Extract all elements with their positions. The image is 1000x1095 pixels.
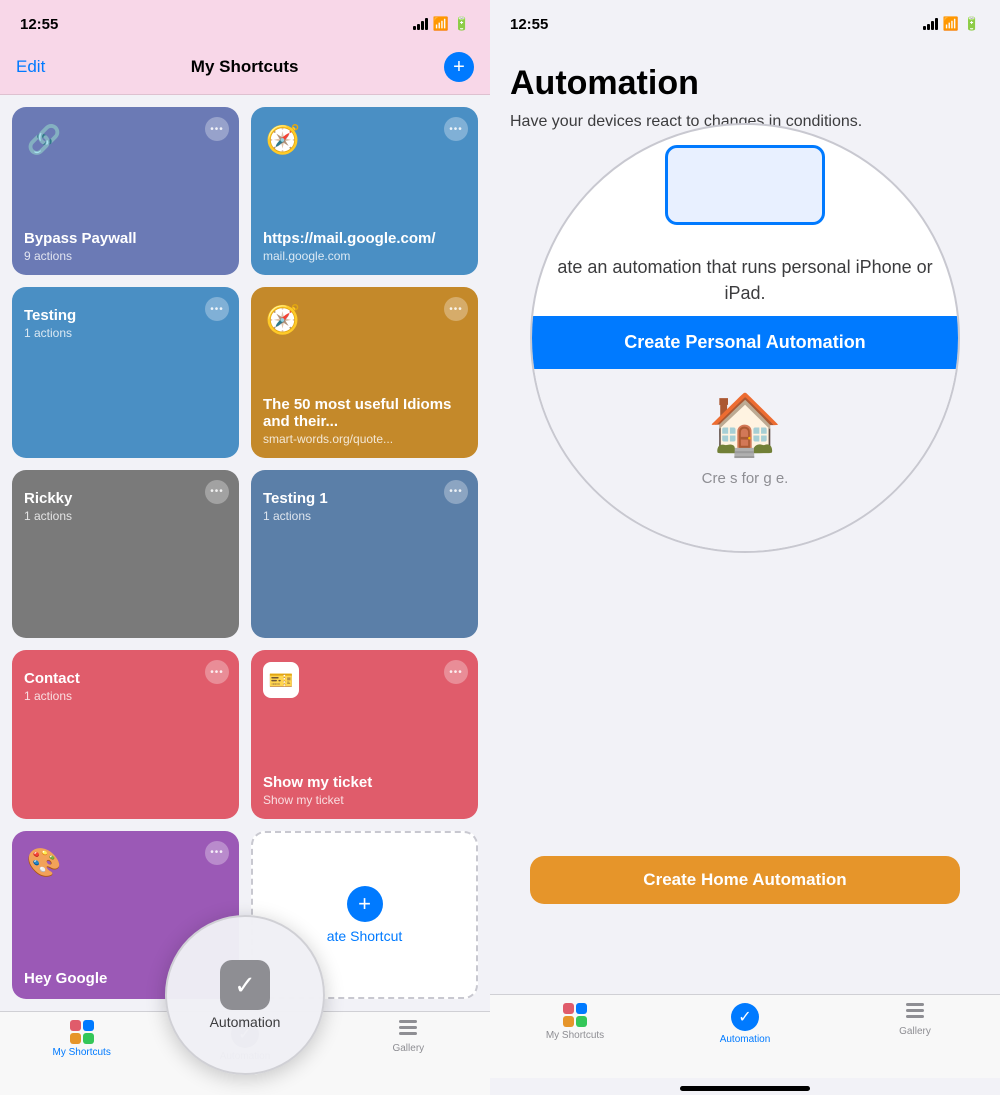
gallery-tab-label: Gallery	[392, 1043, 424, 1054]
mail-google-subtitle: mail.google.com	[263, 249, 466, 263]
shortcut-mail-google[interactable]: 🧭 https://mail.google.com/ mail.google.c…	[251, 107, 478, 275]
right-gallery-icon	[903, 1003, 927, 1023]
right-tab-bar: My Shortcuts ✓ Automation Gallery	[490, 994, 1000, 1078]
shortcut-contact[interactable]: Contact 1 actions	[12, 650, 239, 818]
contact-more-button[interactable]	[205, 660, 229, 684]
right-automation-label: Automation	[720, 1034, 771, 1045]
right-battery-icon: 🔋	[964, 16, 980, 32]
create-shortcut-label: ate Shortcut	[327, 928, 403, 944]
tab-my-shortcuts[interactable]: My Shortcuts	[0, 1020, 163, 1058]
left-header: Edit My Shortcuts +	[0, 44, 490, 95]
ticket-icon: 🎫	[263, 662, 299, 698]
safari-icon: 🧭	[263, 119, 303, 159]
rickky-more-button[interactable]	[205, 480, 229, 504]
idioms-safari-icon: 🧭	[263, 299, 303, 339]
circle-bottom-section: 🏠 Cre s for g e.	[532, 369, 958, 552]
right-status-icons: 📶 🔋	[923, 16, 980, 32]
right-wifi-icon: 📶	[943, 16, 959, 32]
rickky-title: Rickky	[24, 490, 227, 507]
right-panel: 12:55 📶 🔋 Automation Have your devices r…	[490, 0, 1000, 1095]
mail-google-title: https://mail.google.com/	[263, 230, 466, 247]
shortcuts-grid: 🔗 Bypass Paywall 9 actions 🧭 https://mai…	[0, 95, 490, 1011]
testing-title: Testing	[24, 307, 227, 324]
bypass-paywall-subtitle: 9 actions	[24, 249, 227, 263]
right-gallery-label: Gallery	[899, 1026, 931, 1037]
shortcut-bypass-paywall[interactable]: 🔗 Bypass Paywall 9 actions	[12, 107, 239, 275]
shortcut-show-my-ticket[interactable]: 🎫 Show my ticket Show my ticket	[251, 650, 478, 818]
right-signal-bars-icon	[923, 18, 938, 30]
automation-page-title: Automation	[510, 64, 980, 103]
edit-button[interactable]: Edit	[16, 57, 45, 77]
tab-gallery-left[interactable]: Gallery	[327, 1020, 490, 1054]
left-status-bar: 12:55 📶 🔋	[0, 0, 490, 44]
automation-big-circle: ate an automation that runs personal iPh…	[530, 123, 960, 553]
shortcut-testing[interactable]: Testing 1 actions	[12, 287, 239, 457]
home-icon: 🏠	[708, 389, 783, 460]
bypass-paywall-more-button[interactable]	[205, 117, 229, 141]
testing-subtitle: 1 actions	[24, 326, 227, 340]
right-automation-tab-icon: ✓	[731, 1003, 759, 1031]
circle-bottom-text: Cre s for g e.	[702, 470, 789, 487]
ticket-more-button[interactable]	[444, 660, 468, 684]
add-shortcut-button[interactable]: +	[444, 52, 474, 82]
hey-google-more-button[interactable]	[205, 841, 229, 865]
idioms-subtitle: smart-words.org/quote...	[263, 432, 466, 446]
left-panel: 12:55 📶 🔋 Edit My Shortcuts + 🔗 Bypass P…	[0, 0, 490, 1095]
mail-google-more-button[interactable]	[444, 117, 468, 141]
ipad-section	[532, 125, 958, 245]
testing1-more-button[interactable]	[444, 480, 468, 504]
automation-circle-check-icon: ✓	[220, 960, 270, 1010]
create-personal-automation-button[interactable]: Create Personal Automation	[532, 316, 958, 369]
right-tab-automation[interactable]: ✓ Automation	[660, 1003, 830, 1045]
contact-subtitle: 1 actions	[24, 689, 227, 703]
bypass-paywall-title: Bypass Paywall	[24, 230, 227, 247]
header-title: My Shortcuts	[191, 57, 299, 77]
automation-circle-description: ate an automation that runs personal iPh…	[556, 255, 934, 305]
testing1-subtitle: 1 actions	[263, 509, 466, 523]
google-icon: 🎨	[24, 843, 64, 883]
right-status-bar: 12:55 📶 🔋	[490, 0, 1000, 44]
contact-title: Contact	[24, 670, 227, 687]
gallery-icon	[396, 1020, 420, 1040]
right-my-shortcuts-icon	[563, 1003, 587, 1027]
right-tab-gallery[interactable]: Gallery	[830, 1003, 1000, 1037]
shortcut-idioms[interactable]: 🧭 The 50 most useful Idioms and their...…	[251, 287, 478, 457]
testing1-title: Testing 1	[263, 490, 466, 507]
shortcut-testing1[interactable]: Testing 1 1 actions	[251, 470, 478, 638]
circle-text-section: ate an automation that runs personal iPh…	[532, 245, 958, 315]
create-home-automation-button[interactable]: Create Home Automation	[530, 856, 960, 904]
left-status-icons: 📶 🔋	[413, 16, 470, 32]
right-tab-my-shortcuts[interactable]: My Shortcuts	[490, 1003, 660, 1041]
big-circle-container: ate an automation that runs personal iPh…	[510, 153, 980, 994]
automation-circle-label: Automation	[210, 1014, 281, 1030]
ticket-title: Show my ticket	[263, 774, 466, 791]
home-indicator	[680, 1086, 810, 1091]
right-main-content: Automation Have your devices react to ch…	[490, 44, 1000, 994]
my-shortcuts-icon	[70, 1020, 94, 1044]
create-shortcut-plus-icon[interactable]: +	[347, 886, 383, 922]
right-time: 12:55	[510, 16, 548, 33]
idioms-title: The 50 most useful Idioms and their...	[263, 396, 466, 430]
battery-icon: 🔋	[454, 16, 470, 32]
home-indicator-container	[490, 1078, 1000, 1095]
wifi-icon: 📶	[433, 16, 449, 32]
rickky-subtitle: 1 actions	[24, 509, 227, 523]
idioms-more-button[interactable]	[444, 297, 468, 321]
right-my-shortcuts-label: My Shortcuts	[546, 1030, 604, 1041]
ipad-mockup-icon	[665, 145, 825, 225]
automation-circle-overlay: ✓ Automation	[165, 915, 325, 1075]
signal-bars-icon	[413, 18, 428, 30]
ticket-subtitle: Show my ticket	[263, 793, 466, 807]
link-icon: 🔗	[24, 119, 64, 159]
left-time: 12:55	[20, 16, 58, 33]
shortcut-rickky[interactable]: Rickky 1 actions	[12, 470, 239, 638]
my-shortcuts-label: My Shortcuts	[52, 1047, 110, 1058]
